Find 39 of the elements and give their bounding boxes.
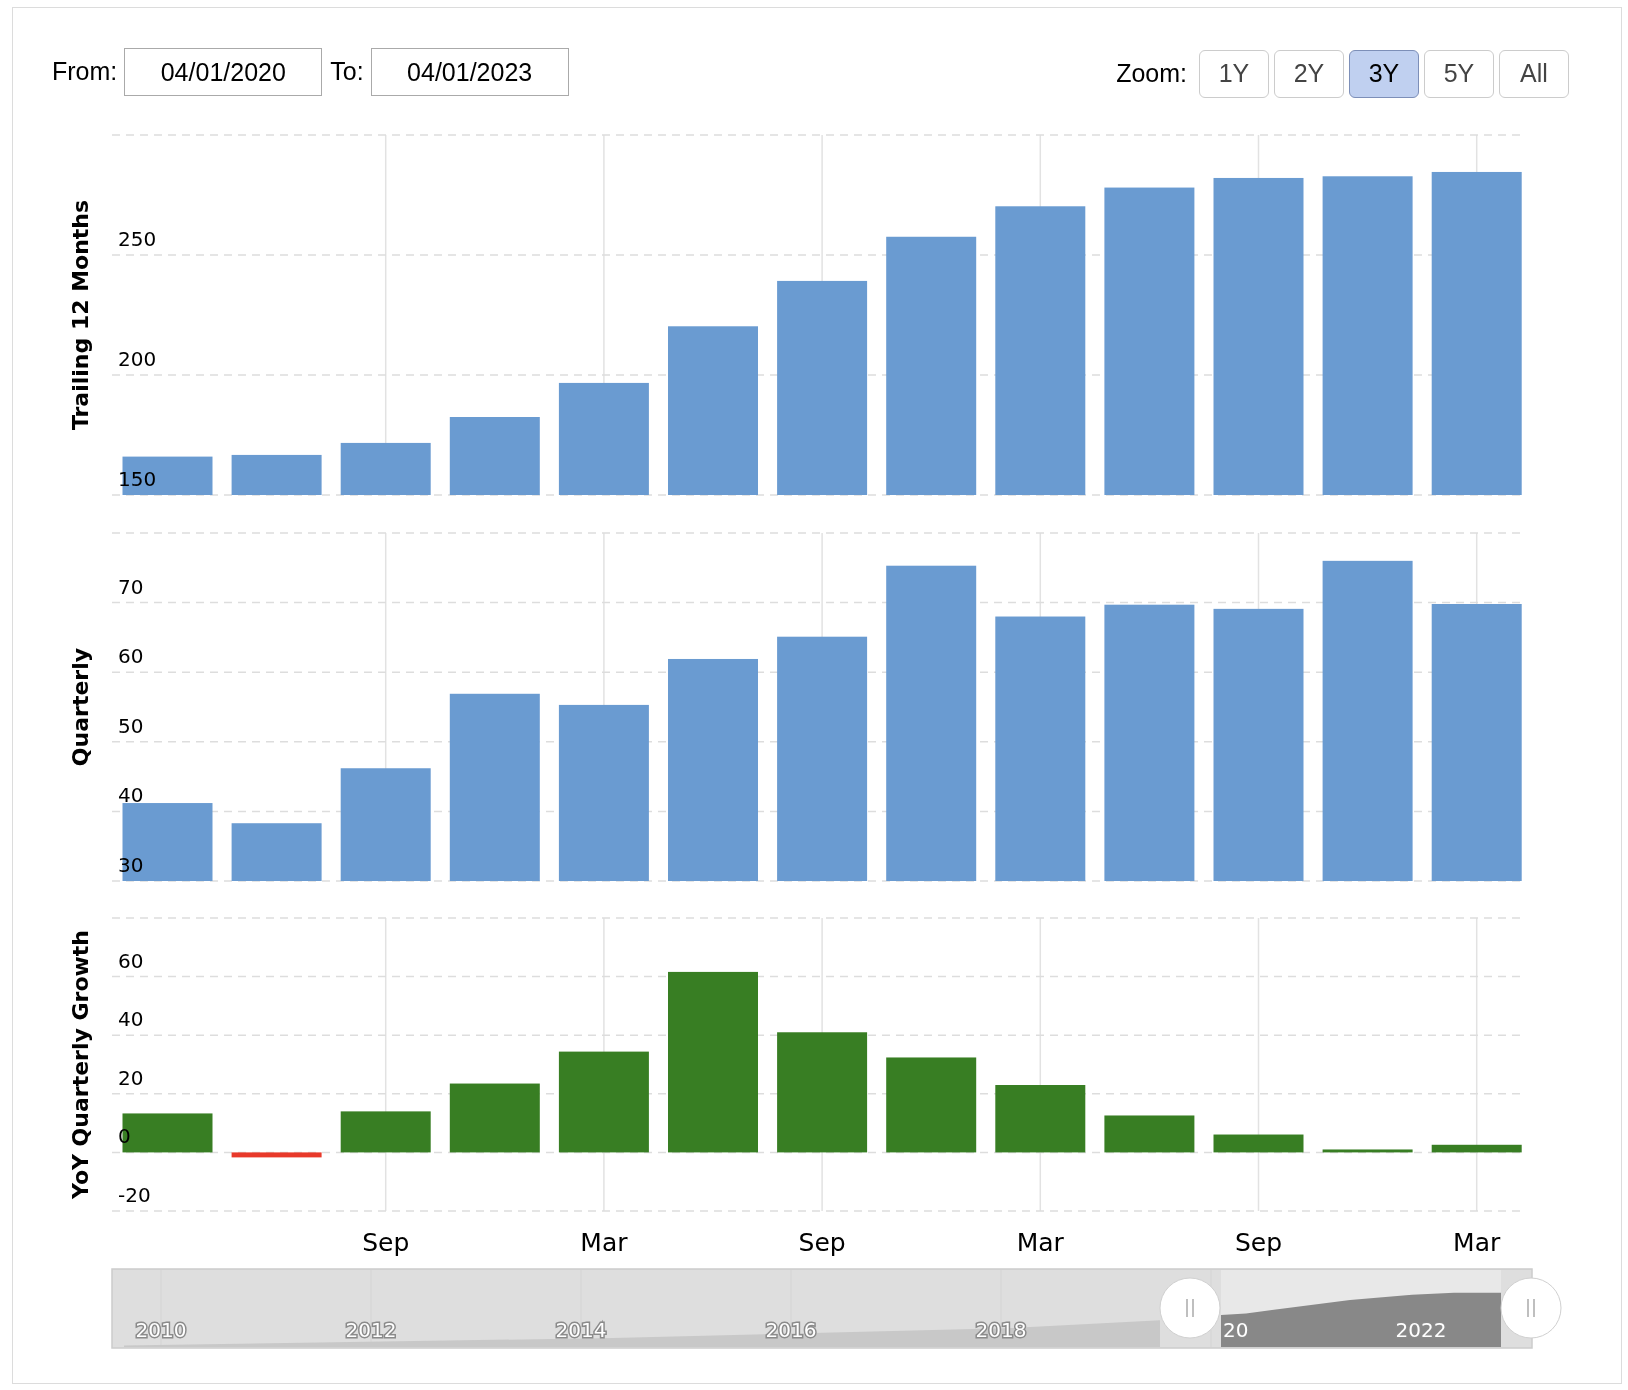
zoom-button[interactable]: 5Y [1424,50,1494,98]
year-label: 2014 [555,1318,607,1342]
tick-label: 70 [118,574,144,599]
zoom-button[interactable]: 2Y [1274,50,1344,98]
tick-label: 200 [118,347,157,371]
axis-title: Trailing 12 Months [67,199,93,431]
tick-label: 250 [118,227,157,251]
year-label: 20 [1223,1318,1249,1342]
axis-title: YoY Quarterly Growth [67,930,93,1199]
to-label: To: [330,56,364,88]
year-label: 2018 [975,1318,1027,1342]
tick-label: 60 [118,948,144,973]
zoom-button[interactable]: 3Y [1349,50,1419,98]
navigator-selection[interactable] [1221,1270,1501,1347]
zoom-label: Zoom: [1116,58,1187,90]
year-label: 2010 [135,1318,187,1342]
tick-label: 40 [118,1007,144,1032]
tick-label: 50 [118,713,144,738]
axis-label: Sep [1234,1228,1283,1257]
axis-label: Sep [362,1228,410,1257]
axis-title: Quarterly [67,647,93,767]
axis-label: Sep [798,1228,846,1257]
axis-label: Mar [1453,1228,1501,1257]
range-handle[interactable] [1159,1277,1221,1339]
range-handle[interactable] [1500,1277,1562,1339]
axis-label: Mar [580,1228,628,1257]
tick-label: -20 [118,1183,151,1207]
from-label: From: [52,56,118,88]
tick-label: 60 [118,644,144,669]
year-label: 2022 [1395,1318,1447,1342]
tick-label: 20 [118,1065,144,1090]
year-label: 2012 [345,1318,397,1342]
year-label: 2016 [765,1318,817,1342]
from-date-field[interactable]: 04/01/2020 [124,48,323,96]
zoom-button[interactable]: 1Y [1199,50,1269,98]
axis-label: Mar [1016,1228,1064,1257]
to-date-field[interactable]: 04/01/2023 [370,48,569,96]
zoom-button[interactable]: All [1499,50,1569,98]
tick-label: 40 [118,783,144,808]
